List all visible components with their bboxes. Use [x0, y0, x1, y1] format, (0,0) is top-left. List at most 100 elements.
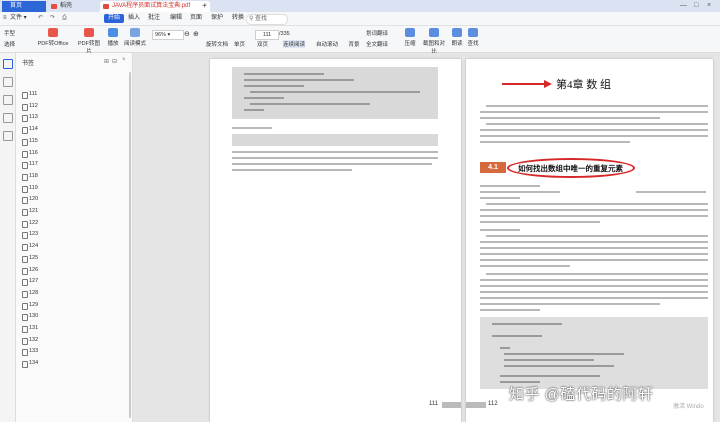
text-line — [480, 241, 708, 243]
play-label: 播放 — [107, 41, 119, 47]
zoom-in-icon[interactable]: ⊕ — [193, 30, 199, 38]
bookmark-item[interactable]: 125 — [21, 255, 38, 263]
bookmark-item[interactable]: 124 — [21, 243, 38, 252]
layers-panel-icon[interactable] — [3, 131, 13, 141]
new-tab-icon[interactable]: + — [202, 1, 207, 11]
find-label: 查找 — [467, 41, 479, 47]
background-button[interactable]: 背景 — [347, 40, 361, 48]
bookmark-item[interactable]: 114 — [22, 126, 38, 135]
continuous-read-button[interactable]: 连续阅读 — [283, 40, 306, 48]
select-tool-button[interactable]: 选择 — [4, 40, 15, 48]
read-aloud-button[interactable]: 朗读 — [451, 28, 463, 47]
zoom-select[interactable]: 96% ▾ — [152, 30, 184, 40]
page-number-input[interactable]: 111 — [255, 30, 279, 40]
menu-annotate[interactable]: 批注 — [148, 14, 160, 23]
text-line — [250, 91, 420, 93]
minimize-icon[interactable]: — — [680, 0, 687, 12]
tab-pdf[interactable]: JAVA程序员面试算法宝典.pdf × — [100, 1, 210, 12]
bookmark-item[interactable]: 120 — [21, 196, 38, 205]
bookmark-item[interactable]: 117 — [22, 161, 38, 170]
menu-file[interactable]: 文件 ▾ — [10, 14, 27, 23]
tab-docer[interactable]: 稻壳 — [48, 1, 100, 12]
bookmark-item[interactable]: 113 — [22, 114, 38, 123]
bookmark-item[interactable]: 115 — [22, 138, 38, 146]
bookmark-item[interactable]: 131 — [21, 325, 38, 333]
text-line — [486, 203, 708, 205]
rotate-doc-button[interactable]: 旋转文档 — [205, 40, 229, 48]
bookmark-item[interactable]: 112 — [22, 103, 38, 111]
bookmark-item[interactable]: 119 — [22, 185, 38, 193]
bookmark-item[interactable]: 126 — [21, 267, 38, 275]
bookmark-close-icon[interactable]: × — [122, 57, 126, 63]
text-line — [486, 273, 708, 275]
bookmark-item[interactable]: 130 — [21, 313, 38, 322]
thumbnail-panel-icon[interactable] — [3, 77, 13, 87]
word-translate-button[interactable]: 划词翻译 — [366, 29, 388, 37]
menu-convert[interactable]: 转换 — [232, 14, 244, 23]
bookmark-scrollbar[interactable] — [129, 72, 131, 418]
bookmark-expand-icon[interactable]: ⊞ — [104, 58, 109, 65]
text-line — [480, 129, 708, 131]
reading-mode-button[interactable]: 阅读模式 — [123, 28, 147, 47]
find-button[interactable]: 查找 — [467, 28, 479, 47]
text-line — [480, 229, 520, 231]
ribbon-toolbar: 手型 选择 PDF转Office PDF转图片 播放 阅读模式 96% ▾ ⊖ … — [0, 26, 720, 55]
full-translate-button[interactable]: 全文翻译 — [366, 40, 388, 48]
menu-icon[interactable]: ≡ — [3, 14, 7, 23]
bookmark-collapse-icon[interactable]: ⊟ — [112, 58, 117, 65]
annotation-panel-icon[interactable] — [3, 95, 13, 105]
bookmark-item[interactable]: 118 — [22, 173, 38, 181]
reading-mode-icon — [130, 28, 140, 37]
double-page-label: 双页 — [257, 42, 269, 48]
windows-activation-text: 激活 Windo — [673, 404, 704, 410]
print-icon[interactable]: ⎙ — [62, 14, 67, 23]
menu-edit[interactable]: 编辑 — [170, 14, 182, 23]
bookmark-item[interactable]: 123 — [21, 231, 38, 240]
menu-insert[interactable]: 插入 — [128, 14, 140, 23]
bookmark-item[interactable]: 111 — [21, 91, 37, 99]
text-line — [480, 259, 708, 261]
attachment-panel-icon[interactable] — [3, 113, 13, 123]
menu-page[interactable]: 页面 — [190, 14, 202, 23]
double-page-button[interactable]: 双页 — [257, 40, 268, 48]
bookmark-item[interactable]: 121 — [21, 208, 38, 216]
menu-protect[interactable]: 保护 — [211, 14, 223, 23]
redo-icon[interactable]: ↷ — [50, 14, 55, 23]
auto-scroll-label: 自动滚动 — [316, 42, 339, 48]
text-line — [232, 169, 352, 171]
pdf-to-image-button[interactable]: PDF转图片 — [76, 28, 102, 55]
text-line — [504, 353, 624, 355]
bookmark-item[interactable]: 132 — [21, 337, 38, 345]
bookmark-item[interactable]: 133 — [21, 348, 38, 357]
pdf-to-office-button[interactable]: PDF转Office — [36, 28, 70, 47]
text-line — [232, 157, 438, 159]
zoom-out-icon[interactable]: ⊖ — [184, 30, 190, 38]
bookmark-item[interactable]: 134 — [21, 360, 38, 369]
play-button[interactable]: 播放 — [106, 28, 120, 47]
compress-button[interactable]: 压缩 — [403, 28, 417, 47]
text-line — [492, 323, 562, 325]
bookmark-item[interactable]: 128 — [21, 290, 38, 298]
bookmark-panel-icon[interactable] — [3, 59, 13, 69]
tab-home[interactable]: 首页 — [2, 1, 46, 12]
screenshot-compare-button[interactable]: 截图和对比 — [421, 28, 447, 55]
search-input[interactable]: ⚲ 查找 — [246, 14, 288, 25]
maximize-icon[interactable]: □ — [694, 0, 698, 12]
tab-home-label: 首页 — [10, 3, 23, 9]
bookmark-item[interactable]: 116 — [22, 150, 38, 158]
tab-bar: 首页 稻壳 JAVA程序员面试算法宝典.pdf × + — □ × — [0, 0, 720, 12]
bookmark-item[interactable]: 129 — [21, 302, 38, 310]
continuous-read-label: 连续阅读 — [283, 42, 306, 48]
undo-icon[interactable]: ↶ — [38, 14, 43, 23]
auto-scroll-button[interactable]: 自动滚动 — [316, 40, 338, 48]
output-block — [232, 134, 438, 146]
close-window-icon[interactable]: × — [707, 0, 711, 12]
text-line — [486, 105, 708, 107]
hand-tool-button[interactable]: 手型 — [4, 29, 15, 37]
bookmark-item[interactable]: 127 — [21, 278, 38, 287]
highlight-ellipse — [507, 158, 635, 178]
bookmark-item[interactable]: 122 — [21, 220, 38, 228]
single-page-button[interactable]: 单页 — [234, 40, 245, 48]
menu-start[interactable]: 开始 — [104, 14, 125, 23]
text-line — [480, 111, 708, 113]
